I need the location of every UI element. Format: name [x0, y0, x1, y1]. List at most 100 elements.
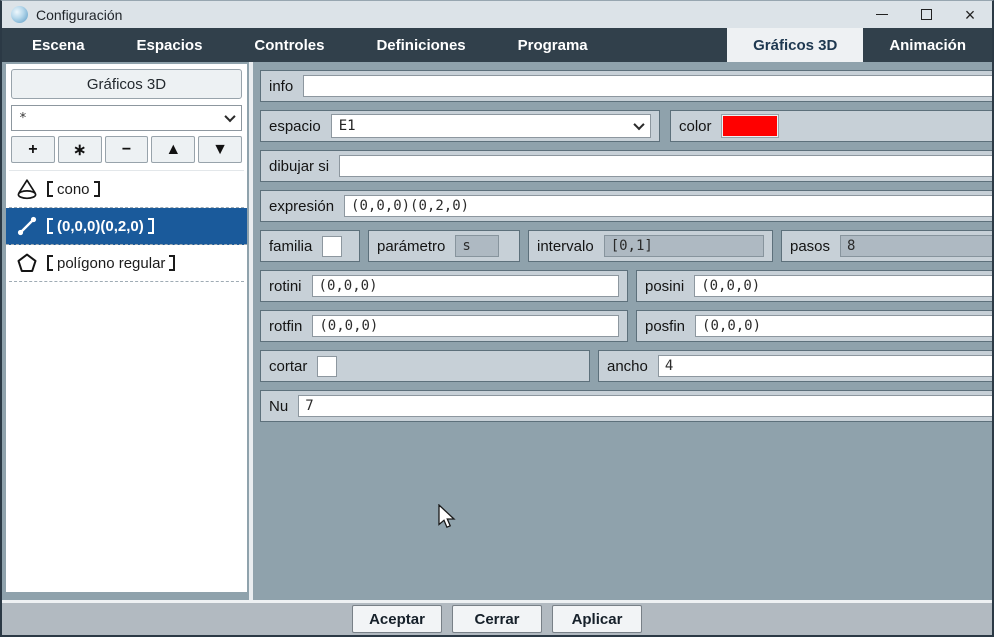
expresion-label: expresión: [269, 197, 335, 215]
espacio-select[interactable]: E1: [330, 114, 651, 138]
intervalo-group: intervalo: [528, 230, 773, 262]
chevron-down-icon: [224, 110, 236, 123]
info-group: info: [260, 70, 992, 102]
nu-input[interactable]: [298, 395, 992, 417]
tab-spacer: [614, 28, 727, 62]
bracket-right-icon: [169, 255, 176, 271]
properties-form: info espacio E1 color dibujar si expresi…: [253, 62, 992, 600]
rotini-input[interactable]: [311, 275, 619, 297]
ancho-label: ancho: [607, 357, 648, 375]
familia-label: familia: [269, 237, 313, 255]
rotini-group: rotini: [260, 270, 628, 302]
nu-label: Nu: [269, 397, 289, 415]
move-down-button[interactable]: ▼: [198, 136, 242, 163]
cortar-checkbox[interactable]: [317, 355, 338, 377]
chevron-down-icon: [633, 118, 645, 131]
objects-toolbar: + ∗ − ▲ ▼: [11, 136, 242, 163]
move-up-button[interactable]: ▲: [151, 136, 196, 163]
tab-escena[interactable]: Escena: [6, 28, 111, 62]
espacio-group: espacio E1: [260, 110, 660, 142]
footer-bar: Aceptar Cerrar Aplicar: [2, 600, 992, 635]
add-object-button[interactable]: +: [11, 136, 55, 163]
left-column: Gráficos 3D * + ∗ − ▲ ▼ cono (0,0,0)(0,2…: [2, 62, 253, 600]
remove-object-button[interactable]: −: [104, 136, 149, 163]
duplicate-object-button[interactable]: ∗: [57, 136, 102, 163]
intervalo-input[interactable]: [603, 235, 764, 257]
window-controls: ×: [860, 1, 992, 28]
ancho-input[interactable]: [657, 355, 992, 377]
list-item-segment[interactable]: (0,0,0)(0,2,0): [6, 208, 247, 245]
rotfin-group: rotfin: [260, 310, 628, 342]
tab-controles[interactable]: Controles: [228, 28, 350, 62]
color-swatch[interactable]: [720, 114, 779, 138]
posini-input[interactable]: [694, 275, 992, 297]
expresion-input[interactable]: [344, 195, 992, 217]
ancho-group: ancho: [598, 350, 992, 382]
maximize-icon: [920, 9, 932, 20]
posini-group: posini: [636, 270, 992, 302]
tab-programa[interactable]: Programa: [492, 28, 614, 62]
pasos-input[interactable]: [840, 235, 992, 257]
espacio-select-value: E1: [338, 118, 356, 134]
rotfin-input[interactable]: [312, 315, 619, 337]
familia-group: familia: [260, 230, 360, 262]
close-button[interactable]: ×: [948, 1, 992, 28]
posfin-input[interactable]: [695, 315, 992, 337]
color-group: color: [670, 110, 992, 142]
app-icon: [11, 6, 28, 23]
minimize-button[interactable]: [860, 1, 904, 28]
objects-panel-title: Gráficos 3D: [11, 69, 242, 99]
objects-filter-select[interactable]: *: [11, 105, 242, 131]
cerrar-button[interactable]: Cerrar: [452, 605, 542, 633]
cortar-group: cortar: [260, 350, 590, 382]
cortar-label: cortar: [269, 357, 308, 375]
familia-checkbox[interactable]: [322, 235, 343, 257]
list-item-poligono[interactable]: polígono regular: [9, 245, 244, 282]
list-item-label: cono: [47, 181, 100, 198]
posfin-label: posfin: [645, 317, 686, 335]
cone-icon: [15, 178, 39, 200]
intervalo-label: intervalo: [537, 237, 594, 255]
bracket-right-icon: [147, 218, 154, 234]
aplicar-button[interactable]: Aplicar: [552, 605, 642, 633]
bracket-left-icon: [47, 181, 53, 197]
posfin-group: posfin: [636, 310, 992, 342]
bracket-left-icon: [47, 255, 53, 271]
pasos-group: pasos: [781, 230, 992, 262]
segment-icon: [15, 215, 39, 237]
dibujar-si-group: dibujar si: [260, 150, 992, 182]
info-input[interactable]: [303, 75, 992, 97]
expresion-group: expresión: [260, 190, 992, 222]
tab-bar: Escena Espacios Controles Definiciones P…: [2, 28, 992, 62]
pasos-label: pasos: [790, 237, 831, 255]
info-label: info: [269, 77, 294, 95]
bracket-right-icon: [93, 181, 100, 197]
minimize-icon: [876, 14, 888, 15]
parametro-group: parámetro: [368, 230, 520, 262]
list-item-cono[interactable]: cono: [9, 171, 244, 208]
dibujar-si-label: dibujar si: [269, 157, 330, 175]
posini-label: posini: [645, 277, 685, 295]
rotfin-label: rotfin: [269, 317, 303, 335]
tab-definiciones[interactable]: Definiciones: [350, 28, 491, 62]
window-title: Configuración: [36, 6, 123, 23]
maximize-button[interactable]: [904, 1, 948, 28]
tab-espacios[interactable]: Espacios: [111, 28, 229, 62]
nu-group: Nu: [260, 390, 992, 422]
aceptar-button[interactable]: Aceptar: [352, 605, 442, 633]
objects-list: cono (0,0,0)(0,2,0) polígono regular: [6, 170, 247, 282]
tab-graficos-3d[interactable]: Gráficos 3D: [727, 28, 864, 62]
espacio-label: espacio: [269, 117, 321, 135]
bracket-left-icon: [47, 218, 53, 234]
dibujar-si-input[interactable]: [339, 155, 992, 177]
parametro-input[interactable]: [455, 235, 500, 257]
objects-panel: Gráficos 3D * + ∗ − ▲ ▼ cono (0,0,0)(0,2…: [6, 64, 247, 592]
tab-animacion[interactable]: Animación: [863, 28, 992, 62]
configuration-window: Configuración × Escena Espacios Controle…: [0, 0, 994, 637]
objects-filter-value: *: [19, 110, 27, 126]
rotini-label: rotini: [269, 277, 302, 295]
list-item-label: (0,0,0)(0,2,0): [47, 218, 154, 235]
close-icon: ×: [964, 4, 976, 25]
pentagon-icon: [15, 252, 39, 274]
list-item-label: polígono regular: [47, 255, 176, 272]
